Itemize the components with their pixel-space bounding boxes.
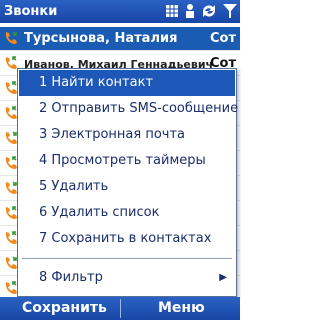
- menu-item-save-to-contacts[interactable]: 7 Сохранить в контактах: [19, 226, 235, 252]
- menu-item-view-timers[interactable]: 4 Просмотреть таймеры: [19, 148, 235, 174]
- person-icon[interactable]: [184, 3, 196, 21]
- menu-item-delete-list[interactable]: 6 Удалить список: [19, 200, 235, 226]
- title-bar: Звонки: [0, 0, 240, 23]
- menu-item-send-sms[interactable]: 2 Отправить SMS-сообщение: [19, 96, 239, 122]
- menu-item-label: 7 Сохранить в контактах: [39, 231, 212, 246]
- phone-grid-icon[interactable]: [164, 3, 180, 21]
- menu-item-email[interactable]: 3 Электронная почта: [19, 122, 235, 148]
- softkey-left-save[interactable]: Сохранить: [22, 300, 107, 316]
- softkey-right-menu[interactable]: Меню: [158, 300, 205, 316]
- menu-item-label: 5 Удалить: [39, 179, 109, 194]
- window-title: Звонки: [4, 4, 58, 19]
- menu-item-label: 2 Отправить SMS-сообщение: [39, 101, 239, 116]
- call-type: Сот: [209, 31, 236, 46]
- menu-item-filter[interactable]: 8 Фильтр ▶: [19, 265, 235, 291]
- softkey-bar: Сохранить Меню: [0, 297, 240, 320]
- menu-item-label: 1 Найти контакт: [39, 75, 154, 90]
- menu-item-label: 3 Электронная почта: [39, 127, 186, 142]
- submenu-arrow-icon: ▶: [219, 272, 227, 283]
- context-menu: 1 Найти контакт 2 Отправить SMS-сообщени…: [17, 68, 239, 297]
- menu-item-label: 8 Фильтр: [39, 270, 103, 285]
- sync-icon[interactable]: [200, 3, 218, 21]
- menu-item-label: 4 Просмотреть таймеры: [39, 153, 206, 168]
- menu-item-find-contact[interactable]: 1 Найти контакт: [19, 70, 235, 96]
- status-icons: [164, 2, 238, 21]
- menu-item-label: 6 Удалить список: [39, 205, 160, 220]
- signal-icon[interactable]: [222, 3, 238, 21]
- incoming-call-icon: [5, 31, 17, 44]
- call-row[interactable]: Турсынова, Наталия Сот: [0, 27, 240, 51]
- menu-separator: [22, 258, 232, 259]
- softkey-divider: [120, 299, 121, 318]
- contact-name: Турсынова, Наталия: [24, 31, 178, 46]
- menu-item-delete[interactable]: 5 Удалить: [19, 174, 235, 200]
